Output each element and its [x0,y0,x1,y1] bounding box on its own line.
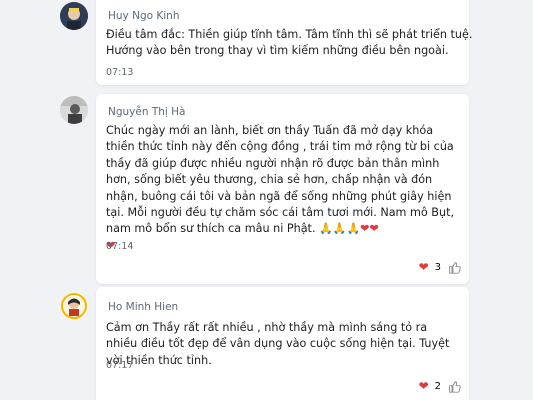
reaction-count[interactable]: 2 [435,381,441,392]
reaction-count[interactable]: 3 [435,262,441,273]
comment-text: Cảm ơn Thầy rất rất nhiều , nhờ thầy mà … [106,321,450,367]
comment-time: 07:14 [106,241,134,252]
comment-card: Ho Minh Hien Cảm ơn Thầy rất rất nhiều ,… [96,287,469,400]
comment-author[interactable]: Ho Minh Hien [108,301,178,313]
thumbs-up-icon[interactable] [447,260,461,274]
reaction-bar: ❤ 2 [419,377,461,395]
comment-text-body: Chúc ngày mới an lành, biết ơn thầy Tuấn… [106,124,455,236]
heart-icon[interactable]: ❤ [419,261,429,273]
comment-text: Chúc ngày mới an lành, biết ơn thầy Tuấn… [106,123,458,254]
comment-time: 07:13 [106,67,134,78]
comment-time: 07:17 [106,360,134,371]
avatar-nguyen-thi-ha[interactable] [60,96,88,124]
avatar-huy-ngo-kinh[interactable] [60,2,88,30]
reaction-bar: ❤ 3 [419,258,461,276]
comment-text-line: Hướng vào bên trong thay vì tìm kiếm nhữ… [106,44,449,58]
comment-card: Huy Ngo Kinh Điều tâm đắc: Thiền giúp tĩ… [96,0,473,85]
comment-author[interactable]: Nguyễn Thị Hà [108,106,186,118]
prayer-emojis: 🙏🙏🙏 [319,222,361,236]
comment-text: Điều tâm đắc: Thiền giúp tĩnh tâm. Tâm t… [106,27,473,60]
avatar-ho-minh-hien[interactable] [60,292,88,320]
comment-author[interactable]: Huy Ngo Kinh [108,10,180,22]
heart-emojis: ❤❤ [360,222,379,236]
comment-text-line: Điều tâm đắc: Thiền giúp tĩnh tâm. Tâm t… [106,28,473,41]
comment-card: Nguyễn Thị Hà Chúc ngày mới an lành, biế… [96,94,469,284]
heart-icon[interactable]: ❤ [419,380,429,392]
thumbs-up-icon[interactable] [447,379,461,393]
